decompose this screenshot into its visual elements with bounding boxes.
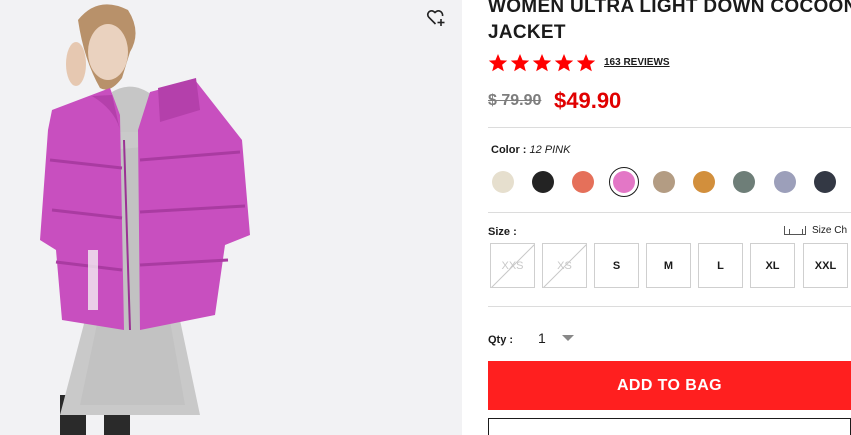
add-to-bag-button[interactable]: ADD TO BAG <box>488 361 851 410</box>
ruler-icon <box>784 226 806 235</box>
selected-color-value: 12 PINK <box>529 144 571 156</box>
product-photo <box>40 4 250 435</box>
product-title: WOMEN ULTRA LIGHT DOWN COCOON JACKET <box>488 0 851 43</box>
size-option-label: XL <box>765 259 780 272</box>
heart-plus-icon <box>426 10 445 26</box>
swatch-dot <box>774 171 796 193</box>
wishlist-button[interactable] <box>426 8 446 28</box>
size-option-label: S <box>612 259 621 272</box>
chevron-down-icon <box>561 335 574 341</box>
secondary-button[interactable] <box>488 418 851 435</box>
size-chart-label: Size Ch <box>812 225 848 236</box>
star-icon <box>554 54 574 72</box>
quantity-value: 1 <box>538 330 546 346</box>
size-label: Size : <box>488 226 517 238</box>
swatch-dot <box>572 171 594 193</box>
swatch-dot <box>613 171 635 193</box>
sale-price: $49.90 <box>554 88 622 113</box>
size-option-label: XXL <box>814 259 837 272</box>
size-option-label: XXS <box>501 259 524 272</box>
color-swatch-navy[interactable] <box>810 167 840 197</box>
divider <box>488 127 851 128</box>
size-option-xl[interactable]: XL <box>750 243 795 288</box>
swatch-dot <box>492 171 514 193</box>
star-rating <box>488 53 596 73</box>
color-swatch-gray-green[interactable] <box>729 167 759 197</box>
star-icon <box>532 54 552 72</box>
color-swatch-coral[interactable] <box>568 167 598 197</box>
size-chart-link[interactable]: Size Ch <box>784 225 847 236</box>
reviews-link[interactable]: 163 REVIEWS <box>604 57 670 68</box>
size-option-l[interactable]: L <box>698 243 743 288</box>
divider <box>488 212 851 213</box>
swatch-dot <box>733 171 755 193</box>
color-label: Color :12 PINK <box>491 144 570 156</box>
color-swatch-mustard[interactable] <box>689 167 719 197</box>
color-swatch-pink[interactable] <box>609 167 639 197</box>
quantity-label: Qty : <box>488 334 514 346</box>
star-icon <box>488 54 508 72</box>
swatch-dot <box>532 171 554 193</box>
star-icon <box>576 54 596 72</box>
size-option-label: L <box>717 259 724 272</box>
divider <box>488 306 851 307</box>
swatch-dot <box>693 171 715 193</box>
color-swatch-beige[interactable] <box>649 167 679 197</box>
product-image <box>0 0 462 435</box>
original-price: $ 79.90 <box>488 92 542 109</box>
swatch-dot <box>653 171 675 193</box>
size-option-xxs[interactable]: XXS <box>490 243 535 288</box>
product-info: WOMEN ULTRA LIGHT DOWN COCOON JACKET 163… <box>488 0 851 435</box>
color-swatch-lavender-gray[interactable] <box>770 167 800 197</box>
size-option-label: XS <box>557 259 572 272</box>
size-option-xxl[interactable]: XXL <box>803 243 848 288</box>
size-option-xs[interactable]: XS <box>542 243 587 288</box>
size-option-m[interactable]: M <box>646 243 691 288</box>
size-option-s[interactable]: S <box>594 243 639 288</box>
size-option-label: M <box>663 259 674 272</box>
star-icon <box>510 54 530 72</box>
color-label-text: Color : <box>491 144 527 156</box>
quantity-select[interactable]: 1 <box>538 326 588 350</box>
swatch-dot <box>814 171 836 193</box>
color-swatch-black[interactable] <box>528 167 558 197</box>
color-swatch-off-white[interactable] <box>488 167 518 197</box>
